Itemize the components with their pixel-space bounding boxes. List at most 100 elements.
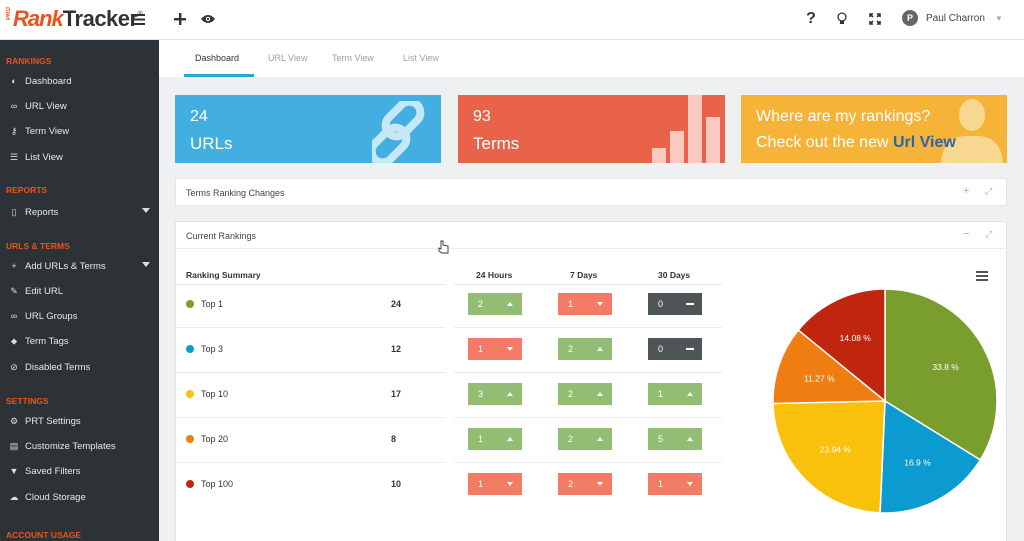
change-value: 2: [568, 389, 574, 399]
change-value: 1: [658, 389, 664, 399]
eye-icon[interactable]: [197, 8, 219, 30]
caret-up-icon: [597, 392, 603, 396]
plus-icon[interactable]: [169, 8, 191, 30]
ranking-label: Top 3: [201, 344, 224, 354]
change-button[interactable]: 1: [468, 473, 522, 495]
list-icon: ☰: [9, 151, 19, 162]
ranking-label: Top 100: [201, 479, 234, 489]
tab-dashboard[interactable]: Dashboard: [195, 53, 239, 63]
header-30-days: 30 Days: [658, 270, 691, 280]
pie-slice[interactable]: [772, 400, 886, 514]
ranking-row: Top 1 24 2 1 0: [176, 282, 721, 327]
caret-up-icon: [687, 437, 693, 441]
ranking-count: 10: [391, 479, 402, 489]
sidebar-item-reports[interactable]: ▯ Reports: [0, 201, 159, 223]
sidebar-item-add-urls-terms[interactable]: + Add URLs & Terms: [0, 255, 159, 277]
tab-term-view[interactable]: Term View: [332, 53, 374, 63]
file-icon: ▯: [11, 206, 17, 217]
active-tab-indicator: [184, 74, 254, 77]
mouse-cursor-icon: [438, 240, 449, 254]
dash-icon: [686, 348, 694, 350]
promo-line-2: Check out the new Url View: [756, 134, 956, 152]
promo-card[interactable]: Where are my rankings? Check out the new…: [741, 95, 1007, 163]
sidebar-item-cloud-storage[interactable]: ☁ Cloud Storage: [0, 486, 159, 508]
hamburger-icon[interactable]: [127, 8, 149, 30]
change-value: 3: [478, 389, 484, 399]
sidebar-item-label: Edit URL: [25, 285, 64, 297]
change-button[interactable]: 0: [648, 293, 702, 315]
sidebar-item-term-tags[interactable]: ⬥ Term Tags: [0, 330, 159, 352]
terms-card[interactable]: 93 Terms: [458, 95, 725, 163]
tab-url-view[interactable]: URL View: [268, 53, 308, 63]
avatar: P: [902, 10, 918, 26]
chain-link-icon: [372, 101, 425, 163]
tab-list-view[interactable]: List View: [403, 53, 439, 63]
change-value: 1: [478, 479, 484, 489]
sidebar-item-list-view[interactable]: ☰ List View: [0, 146, 159, 168]
header-7-days: 7 Days: [570, 270, 598, 280]
change-button[interactable]: 3: [468, 383, 522, 405]
sidebar-item-url-groups[interactable]: ∞ URL Groups: [0, 305, 159, 327]
caret-down-icon: [507, 347, 513, 351]
sidebar-item-url-view[interactable]: ∞ URL View: [0, 95, 159, 117]
expand-plus-icon[interactable]: +: [963, 186, 969, 197]
change-button[interactable]: 1: [468, 338, 522, 360]
help-icon[interactable]: ?: [800, 8, 822, 30]
change-value: 0: [658, 344, 664, 354]
sidebar-item-edit-url[interactable]: ✎ Edit URL: [0, 280, 159, 302]
change-button[interactable]: 1: [648, 383, 702, 405]
sidebar-item-customize-templates[interactable]: ▤ Customize Templates: [0, 435, 159, 457]
caret-down-icon: [687, 482, 693, 486]
ranking-count: 12: [391, 344, 402, 354]
ranking-count: 24: [391, 299, 402, 309]
change-button[interactable]: 1: [558, 293, 612, 315]
sidebar-item-label: List View: [25, 151, 63, 163]
change-button[interactable]: 1: [468, 428, 522, 450]
sidebar: RANKINGS ◐ Dashboard ∞ URL View ⚷ Term V…: [0, 40, 159, 541]
change-button[interactable]: 2: [558, 473, 612, 495]
sidebar-item-label: Term View: [25, 125, 70, 137]
urls-card[interactable]: 24 URLs: [175, 95, 441, 163]
pie-slice-label: 16.9 %: [904, 457, 931, 467]
lightbulb-icon[interactable]: [831, 8, 853, 30]
expand-icon[interactable]: [864, 8, 886, 30]
change-button[interactable]: 2: [558, 338, 612, 360]
legend-dot: [186, 300, 194, 308]
sidebar-item-saved-filters[interactable]: ▼ Saved Filters: [0, 460, 159, 482]
sidebar-item-label: Disabled Terms: [25, 361, 91, 373]
chart-menu-icon[interactable]: [976, 271, 988, 283]
caret-down-icon: [507, 482, 513, 486]
change-button[interactable]: 5: [648, 428, 702, 450]
change-button[interactable]: 1: [648, 473, 702, 495]
logo[interactable]: PRO Rank Tracker ®: [6, 6, 143, 32]
sidebar-item-prt-settings[interactable]: ⚙ PRT Settings: [0, 410, 159, 432]
caret-down-icon: [142, 262, 150, 267]
collapse-minus-icon[interactable]: −: [963, 229, 969, 240]
change-button[interactable]: 2: [468, 293, 522, 315]
ranking-label: Top 1: [201, 299, 224, 309]
ranking-row: Top 3 12 1 2 0: [176, 327, 721, 372]
fullscreen-icon[interactable]: ⤢: [985, 186, 992, 197]
change-value: 1: [478, 434, 484, 444]
ranking-label: Top 20: [201, 434, 229, 444]
fullscreen-icon[interactable]: ⤢: [985, 229, 992, 240]
ban-icon: ⊘: [10, 361, 18, 372]
change-value: 2: [478, 299, 484, 309]
sidebar-item-label: Cloud Storage: [25, 491, 86, 503]
sidebar-item-term-view[interactable]: ⚷ Term View: [0, 120, 159, 142]
sidebar-item-disabled-terms[interactable]: ⊘ Disabled Terms: [0, 356, 159, 378]
pie-slice-label: 33.8 %: [932, 362, 959, 372]
template-icon: ▤: [9, 440, 19, 451]
caret-down-icon: [597, 482, 603, 486]
header-divider: [454, 284, 722, 285]
panel-header: Current Rankings − ⤢: [176, 222, 1006, 249]
change-button[interactable]: 2: [558, 383, 612, 405]
change-button[interactable]: 2: [558, 428, 612, 450]
url-view-link[interactable]: Url View: [893, 134, 956, 151]
change-value: 2: [568, 344, 574, 354]
change-button[interactable]: 0: [648, 338, 702, 360]
header-divider: [176, 284, 446, 285]
ranking-row: Top 20 8 1 2 5: [176, 417, 721, 462]
sidebar-item-dashboard[interactable]: ◐ Dashboard: [0, 70, 159, 92]
user-menu[interactable]: P Paul Charron ▼: [902, 10, 1003, 26]
